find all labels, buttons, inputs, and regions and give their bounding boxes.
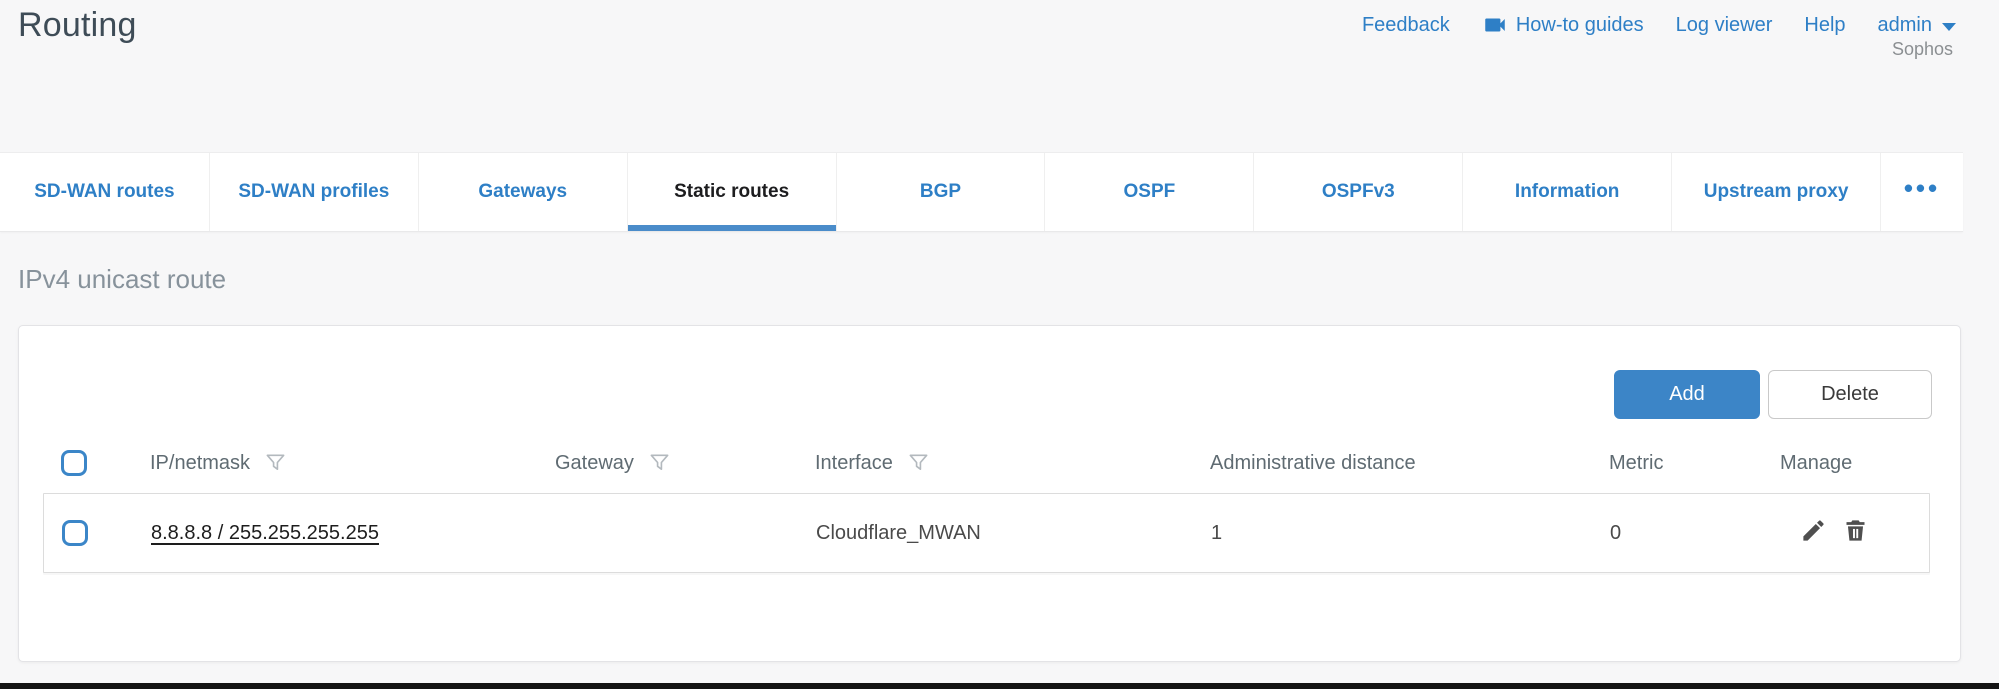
more-tabs-button[interactable]: ••• <box>1880 153 1963 231</box>
routes-table: IP/netmask Gateway Interface <box>43 436 1930 573</box>
tab-label: Upstream proxy <box>1704 181 1849 203</box>
feedback-link[interactable]: Feedback <box>1362 14 1450 37</box>
column-header-ip-netmask: IP/netmask <box>150 452 250 475</box>
tab-label: OSPF <box>1124 181 1176 203</box>
tab-upstream-proxy[interactable]: Upstream proxy <box>1671 153 1880 231</box>
delete-button[interactable]: Delete <box>1768 370 1932 419</box>
column-header-manage: Manage <box>1780 452 1852 475</box>
funnel-filter-icon[interactable] <box>264 451 287 479</box>
tab-ospfv3[interactable]: OSPFv3 <box>1253 153 1462 231</box>
column-header-metric: Metric <box>1609 452 1663 475</box>
help-link[interactable]: Help <box>1804 14 1845 37</box>
tab-information[interactable]: Information <box>1462 153 1671 231</box>
add-button[interactable]: Add <box>1614 370 1760 419</box>
tab-sdwan-profiles[interactable]: SD-WAN profiles <box>209 153 418 231</box>
column-header-interface: Interface <box>815 452 893 475</box>
brand-label: Sophos <box>1892 39 1953 60</box>
log-viewer-label: Log viewer <box>1676 14 1773 37</box>
column-header-gateway: Gateway <box>555 452 634 475</box>
tab-label: SD-WAN routes <box>34 181 174 203</box>
column-header-administrative-distance: Administrative distance <box>1210 452 1416 475</box>
howto-guides-label: How-to guides <box>1516 14 1644 37</box>
routing-page: Routing Feedback How-to guides Log viewe… <box>0 0 1999 689</box>
active-tab-underline <box>628 225 836 231</box>
bottom-edge-bar <box>0 683 1999 689</box>
log-viewer-link[interactable]: Log viewer <box>1676 14 1773 37</box>
tab-ospf[interactable]: OSPF <box>1044 153 1253 231</box>
pencil-icon[interactable] <box>1800 517 1827 549</box>
feedback-label: Feedback <box>1362 14 1450 37</box>
table-row: 8.8.8.8 / 255.255.255.255 Cloudflare_MWA… <box>43 493 1930 573</box>
route-interface-value: Cloudflare_MWAN <box>816 522 981 545</box>
toolbar: Add Delete <box>1614 370 1932 419</box>
tab-static-routes[interactable]: Static routes <box>627 153 836 231</box>
route-metric-value: 0 <box>1610 522 1621 545</box>
ipv4-unicast-route-card: Add Delete IP/netmask Gateway <box>18 325 1961 662</box>
page-title: Routing <box>18 6 137 45</box>
route-ip-netmask-link[interactable]: 8.8.8.8 / 255.255.255.255 <box>151 522 379 545</box>
tab-gateways[interactable]: Gateways <box>418 153 627 231</box>
tab-label: Gateways <box>478 181 567 203</box>
more-tabs-icon: ••• <box>1904 173 1940 204</box>
funnel-filter-icon[interactable] <box>648 451 671 479</box>
funnel-filter-icon[interactable] <box>907 451 930 479</box>
row-checkbox[interactable] <box>62 520 88 546</box>
tab-label: SD-WAN profiles <box>238 181 389 203</box>
section-title: IPv4 unicast route <box>18 264 226 295</box>
admin-menu-button[interactable]: admin <box>1878 14 1956 37</box>
tab-label: OSPFv3 <box>1322 181 1395 203</box>
top-nav: Feedback How-to guides Log viewer Help a… <box>1362 12 1956 38</box>
select-all-checkbox[interactable] <box>61 450 87 476</box>
caret-down-icon <box>1942 23 1956 31</box>
howto-guides-link[interactable]: How-to guides <box>1482 12 1644 38</box>
help-label: Help <box>1804 14 1845 37</box>
trash-icon[interactable] <box>1842 517 1869 549</box>
tab-bgp[interactable]: BGP <box>836 153 1045 231</box>
tab-label: Information <box>1515 181 1620 203</box>
tab-bar: SD-WAN routes SD-WAN profiles Gateways S… <box>0 152 1963 232</box>
tab-label: Static routes <box>674 181 789 203</box>
table-header-row: IP/netmask Gateway Interface <box>43 436 1930 490</box>
tab-sdwan-routes[interactable]: SD-WAN routes <box>0 153 209 231</box>
video-camera-icon <box>1482 12 1508 38</box>
route-administrative-distance-value: 1 <box>1211 522 1222 545</box>
tab-label: BGP <box>920 181 961 203</box>
admin-label: admin <box>1878 14 1932 37</box>
